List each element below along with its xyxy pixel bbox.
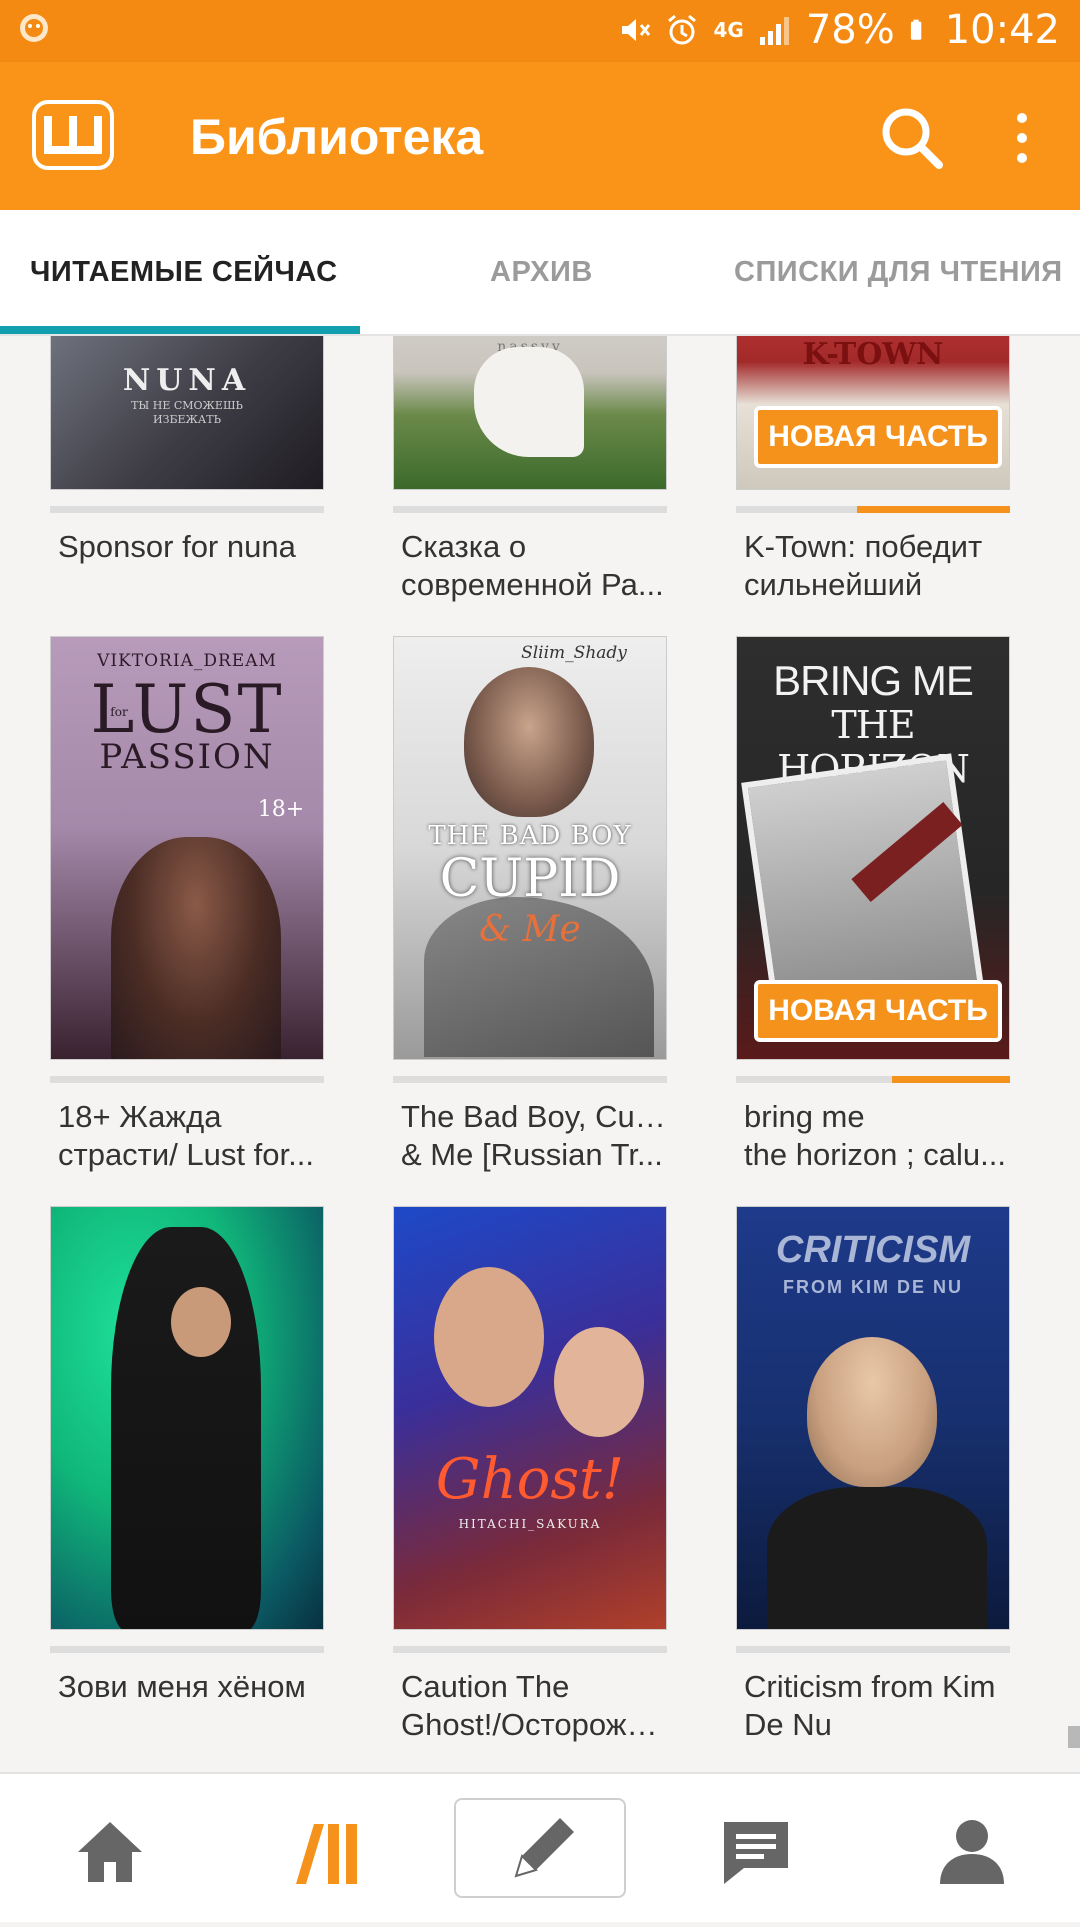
cover-title: BRING ME xyxy=(773,657,974,704)
cover-title: THE BAD BOY xyxy=(428,821,632,851)
cover-figure xyxy=(464,667,594,817)
tab-indicator xyxy=(0,326,360,334)
page-title: Библиотека xyxy=(190,109,484,165)
tab-reading-now[interactable]: ЧИТАЕМЫЕ СЕЙЧАС xyxy=(30,210,338,334)
book-cover[interactable] xyxy=(50,1206,324,1630)
new-part-badge: НОВАЯ ЧАСТЬ xyxy=(754,406,1002,468)
cover-subtitle: & Me xyxy=(479,909,581,950)
book-title[interactable]: Sponsor for nuna xyxy=(58,528,328,566)
network-type: 4G xyxy=(713,18,744,42)
write-icon xyxy=(514,1818,574,1878)
book-title[interactable]: Caution The Ghost!/Осторожно... xyxy=(401,1668,671,1744)
book-card[interactable]: Sliim_Shady THE BAD BOY CUPID & Me The B… xyxy=(393,636,671,1172)
reading-progress xyxy=(736,506,1010,513)
messages-icon xyxy=(724,1822,788,1884)
alarm-icon xyxy=(668,14,697,45)
cover-subtitle: ТЫ НЕ СМОЖЕШЬ xyxy=(131,399,243,412)
reading-progress xyxy=(50,1646,324,1653)
reading-progress xyxy=(393,506,667,513)
mute-icon xyxy=(622,19,651,41)
book-cover[interactable]: nassyy xyxy=(393,336,667,490)
cover-author: Sliim_Shady xyxy=(521,643,627,663)
cover-title: NUNA xyxy=(122,363,252,398)
cover-face xyxy=(554,1327,644,1437)
book-title[interactable]: 18+ Жажда страсти/ Lust for... xyxy=(58,1098,328,1174)
book-title[interactable]: K-Town: победит сильнейший xyxy=(744,528,1014,604)
clock: 10:42 xyxy=(944,7,1060,53)
book-grid: NUNA ТЫ НЕ СМОЖЕШЬ ИЗБЕЖАТЬ Sponsor for … xyxy=(0,336,1080,1772)
reading-progress xyxy=(393,1646,667,1653)
cover-subtitle: ИЗБЕЖАТЬ xyxy=(153,413,221,426)
signal-icon xyxy=(759,17,789,45)
cover-figure xyxy=(111,1227,261,1629)
reading-progress xyxy=(50,1076,324,1083)
wattpad-notification-icon xyxy=(18,12,50,44)
bottom-navigation xyxy=(0,1772,1080,1922)
book-card[interactable]: VIKTORIA_DREAM LUST for PASSION 18+ 18+ … xyxy=(50,636,324,1172)
cover-face xyxy=(807,1337,937,1487)
profile-icon xyxy=(940,1820,1004,1884)
cover-title: K-TOWN xyxy=(802,337,944,372)
library-icon xyxy=(296,1824,357,1884)
book-title[interactable]: Зови меня хёном xyxy=(58,1668,328,1706)
reading-progress xyxy=(50,506,324,513)
reading-progress xyxy=(736,1646,1010,1653)
cover-title: Ghost! xyxy=(435,1447,625,1512)
nav-messages[interactable] xyxy=(716,1774,796,1922)
cover-figure xyxy=(111,837,281,1059)
scrollbar[interactable] xyxy=(1068,1726,1080,1748)
book-card[interactable]: NUNA ТЫ НЕ СМОЖЕШЬ ИЗБЕЖАТЬ Sponsor for … xyxy=(50,336,324,576)
reading-progress xyxy=(736,1076,1010,1083)
library-tabs: ЧИТАЕМЫЕ СЕЙЧАС АРХИВ СПИСКИ ДЛЯ ЧТЕНИЯ xyxy=(0,210,1080,336)
wattpad-logo[interactable] xyxy=(32,100,114,170)
cover-figure xyxy=(474,347,584,457)
nav-library[interactable] xyxy=(290,1774,370,1922)
book-card[interactable]: BRING ME THE HORIZON НОВАЯ ЧАСТЬ bring m… xyxy=(736,636,1010,1172)
book-cover[interactable]: NUNA ТЫ НЕ СМОЖЕШЬ ИЗБЕЖАТЬ xyxy=(50,336,324,490)
app-bar: Библиотека xyxy=(0,62,1080,210)
status-bar: 4G 78% 10:42 xyxy=(0,0,1080,62)
book-title[interactable]: Сказка о современной Ра... xyxy=(401,528,671,604)
battery-percent: 78% xyxy=(805,7,895,53)
book-card[interactable]: CRITICISM FROM KIM DE NU Criticism from … xyxy=(736,1206,1010,1742)
nav-write[interactable] xyxy=(454,1798,626,1898)
tab-archive[interactable]: АРХИВ xyxy=(490,210,593,334)
cover-title: PASSION xyxy=(99,737,275,777)
cover-subtitle: FROM KIM DE NU xyxy=(783,1277,963,1297)
book-title[interactable]: bring me the horizon ; calu... xyxy=(744,1098,1014,1174)
nav-home[interactable] xyxy=(70,1774,150,1922)
book-card[interactable]: Ghost! HITACHI_SAKURA Caution The Ghost!… xyxy=(393,1206,671,1742)
search-icon[interactable] xyxy=(876,102,946,172)
book-cover[interactable]: Ghost! HITACHI_SAKURA xyxy=(393,1206,667,1630)
cover-figure xyxy=(767,1487,987,1629)
new-part-badge: НОВАЯ ЧАСТЬ xyxy=(754,980,1002,1042)
book-cover[interactable]: CRITICISM FROM KIM DE NU xyxy=(736,1206,1010,1630)
reading-progress xyxy=(393,1076,667,1083)
cover-author: HITACHI_SAKURA xyxy=(458,1517,602,1531)
cover-title: CUPID xyxy=(439,849,621,909)
nav-profile[interactable] xyxy=(932,1774,1012,1922)
home-icon xyxy=(78,1822,142,1882)
book-cover[interactable]: Sliim_Shady THE BAD BOY CUPID & Me xyxy=(393,636,667,1060)
book-cover[interactable]: VIKTORIA_DREAM LUST for PASSION 18+ xyxy=(50,636,324,1060)
book-title[interactable]: Criticism from Kim De Nu xyxy=(744,1668,1014,1744)
book-card[interactable]: K-TOWN НОВАЯ ЧАСТЬ K-Town: победит сильн… xyxy=(736,336,1010,602)
cover-face xyxy=(434,1267,544,1407)
cover-title-small: for xyxy=(110,705,128,719)
cover-face xyxy=(171,1287,231,1357)
book-card[interactable]: Зови меня хёном xyxy=(50,1206,324,1726)
battery-icon xyxy=(910,19,922,40)
more-vert-icon[interactable] xyxy=(1004,110,1040,166)
book-title[interactable]: The Bad Boy, Cupid & Me [Russian Tr... xyxy=(401,1098,671,1174)
cover-title: CRITICISM xyxy=(775,1229,971,1271)
cover-rating: 18+ xyxy=(257,797,305,822)
book-card[interactable]: nassyy Сказка о современной Ра... xyxy=(393,336,667,602)
tab-reading-lists[interactable]: СПИСКИ ДЛЯ ЧТЕНИЯ xyxy=(734,210,1063,334)
cover-author: VIKTORIA_DREAM xyxy=(97,651,277,671)
